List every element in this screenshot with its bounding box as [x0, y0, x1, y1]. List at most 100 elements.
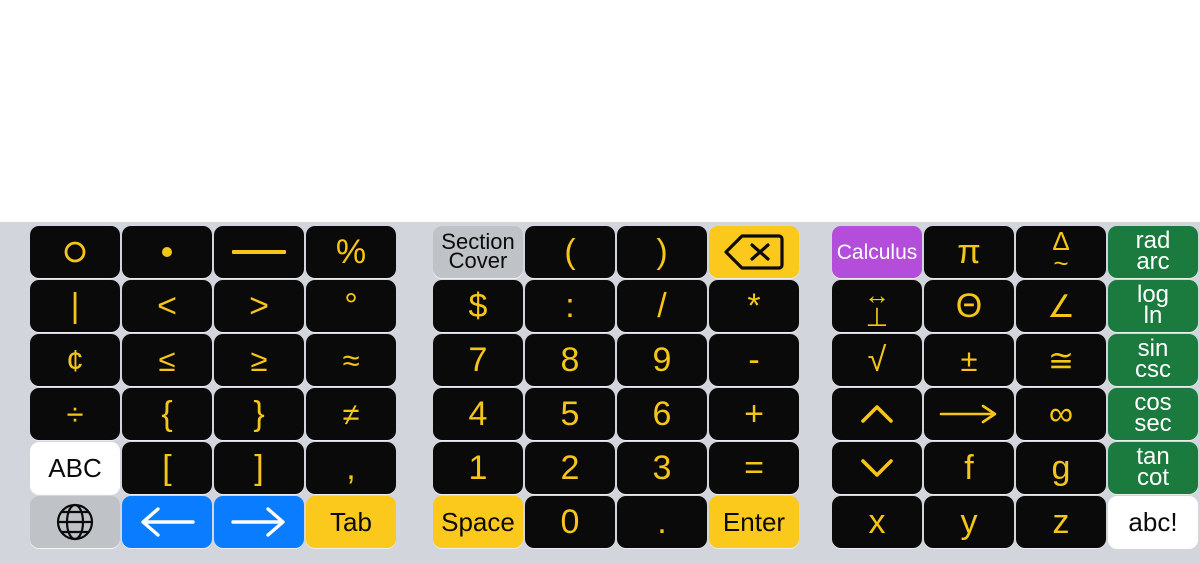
key-8[interactable]: 8 [525, 334, 615, 386]
key-label-line: arc [1136, 248, 1170, 275]
key-label-line: Cover [448, 248, 508, 273]
key-label-stack: tan cot [1136, 445, 1169, 491]
key-label: Space [441, 507, 515, 537]
key-label: 9 [652, 341, 672, 379]
key-middle-dot[interactable] [122, 226, 212, 278]
key-label: 6 [652, 395, 672, 433]
key-backspace[interactable] [709, 226, 799, 278]
key-caret-down[interactable] [832, 442, 922, 494]
key-paren-open[interactable]: ( [525, 226, 615, 278]
key-tan-cot[interactable]: tan cot [1108, 442, 1198, 494]
key-3[interactable]: 3 [617, 442, 707, 494]
circle-glyph [61, 238, 89, 266]
key-label: f [964, 449, 974, 487]
key-not-equal[interactable]: ≠ [306, 388, 396, 440]
key-greater-than[interactable]: > [214, 280, 304, 332]
key-label: ≅ [1048, 342, 1074, 378]
key-period[interactable]: . [617, 496, 707, 548]
key-x[interactable]: x [832, 496, 922, 548]
key-degree-circle[interactable] [30, 226, 120, 278]
key-label-line: ln [1143, 302, 1163, 329]
key-comma[interactable]: , [306, 442, 396, 494]
key-arrow-left[interactable] [122, 496, 212, 548]
key-calculus[interactable]: Calculus [832, 226, 922, 278]
key-1[interactable]: 1 [433, 442, 523, 494]
key-label: ° [344, 287, 358, 325]
key-label: 3 [652, 449, 672, 487]
key-degree[interactable]: ° [306, 280, 396, 332]
key-em-dash[interactable] [214, 226, 304, 278]
key-7[interactable]: 7 [433, 334, 523, 386]
key-plus[interactable]: + [709, 388, 799, 440]
key-rad-arc[interactable]: rad arc [1108, 226, 1198, 278]
key-0[interactable]: 0 [525, 496, 615, 548]
key-label: > [249, 287, 269, 325]
key-theta[interactable]: Θ [924, 280, 1014, 332]
key-abc-uppercase[interactable]: ABC [30, 442, 120, 494]
key-approx[interactable]: ≈ [306, 334, 396, 386]
key-5[interactable]: 5 [525, 388, 615, 440]
key-label: % [335, 233, 367, 271]
key-label-stack: cos sec [1134, 391, 1171, 436]
key-9[interactable]: 9 [617, 334, 707, 386]
chevron-down-icon [857, 456, 897, 480]
long-arrow-right-icon [937, 401, 1001, 427]
key-label: 5 [560, 395, 580, 433]
key-globe[interactable] [30, 496, 120, 548]
key-percent[interactable]: % [306, 226, 396, 278]
key-angle[interactable]: ∠ [1016, 280, 1106, 332]
keyboard-section-functions: Calculus π Δ ~ rad arc ↔ ⊥ Θ ∠ log ln √ ± ≅ sin csc ∞ cos… [832, 226, 1198, 548]
key-tab[interactable]: Tab [306, 496, 396, 548]
key-less-than[interactable]: < [122, 280, 212, 332]
key-sin-csc[interactable]: sin csc [1108, 334, 1198, 386]
key-label: π [957, 233, 981, 271]
key-parallel-perpendicular[interactable]: ↔ ⊥ [832, 280, 922, 332]
key-asterisk[interactable]: * [709, 280, 799, 332]
key-dollar[interactable]: $ [433, 280, 523, 332]
key-colon[interactable]: : [525, 280, 615, 332]
key-congruent[interactable]: ≅ [1016, 334, 1106, 386]
key-cos-sec[interactable]: cos sec [1108, 388, 1198, 440]
key-divide[interactable]: ÷ [30, 388, 120, 440]
key-plus-minus[interactable]: ± [924, 334, 1014, 386]
key-minus[interactable]: - [709, 334, 799, 386]
key-label: . [657, 503, 667, 541]
key-delta-similar[interactable]: Δ ~ [1016, 226, 1106, 278]
key-pi[interactable]: π [924, 226, 1014, 278]
key-caret-up[interactable] [832, 388, 922, 440]
key-label: 4 [468, 395, 488, 433]
key-log-ln[interactable]: log ln [1108, 280, 1198, 332]
key-cent[interactable]: ¢ [30, 334, 120, 386]
key-label: Tab [330, 507, 372, 537]
key-less-equal[interactable]: ≤ [122, 334, 212, 386]
key-paren-close[interactable]: ) [617, 226, 707, 278]
key-arrow-right[interactable] [214, 496, 304, 548]
key-bracket-close[interactable]: ] [214, 442, 304, 494]
key-brace-open[interactable]: { [122, 388, 212, 440]
key-label-line: cot [1136, 464, 1169, 491]
key-2[interactable]: 2 [525, 442, 615, 494]
key-infinity[interactable]: ∞ [1016, 388, 1106, 440]
key-4[interactable]: 4 [433, 388, 523, 440]
key-label: ∠ [1047, 288, 1075, 324]
key-greater-equal[interactable]: ≥ [214, 334, 304, 386]
key-z[interactable]: z [1016, 496, 1106, 548]
key-label: ABC [48, 453, 102, 483]
key-abc-lowercase[interactable]: abc! [1108, 496, 1198, 548]
key-brace-close[interactable]: } [214, 388, 304, 440]
key-y[interactable]: y [924, 496, 1014, 548]
key-label: ] [254, 449, 264, 487]
key-g[interactable]: g [1016, 442, 1106, 494]
key-f[interactable]: f [924, 442, 1014, 494]
key-space[interactable]: Space [433, 496, 523, 548]
key-bracket-open[interactable]: [ [122, 442, 212, 494]
key-6[interactable]: 6 [617, 388, 707, 440]
key-section-cover[interactable]: Section Cover [433, 226, 523, 278]
key-label: x [868, 503, 886, 541]
key-square-root[interactable]: √ [832, 334, 922, 386]
key-equals[interactable]: = [709, 442, 799, 494]
key-vertical-bar[interactable]: | [30, 280, 120, 332]
key-slash[interactable]: / [617, 280, 707, 332]
key-enter[interactable]: Enter [709, 496, 799, 548]
key-long-arrow-right[interactable] [924, 388, 1014, 440]
